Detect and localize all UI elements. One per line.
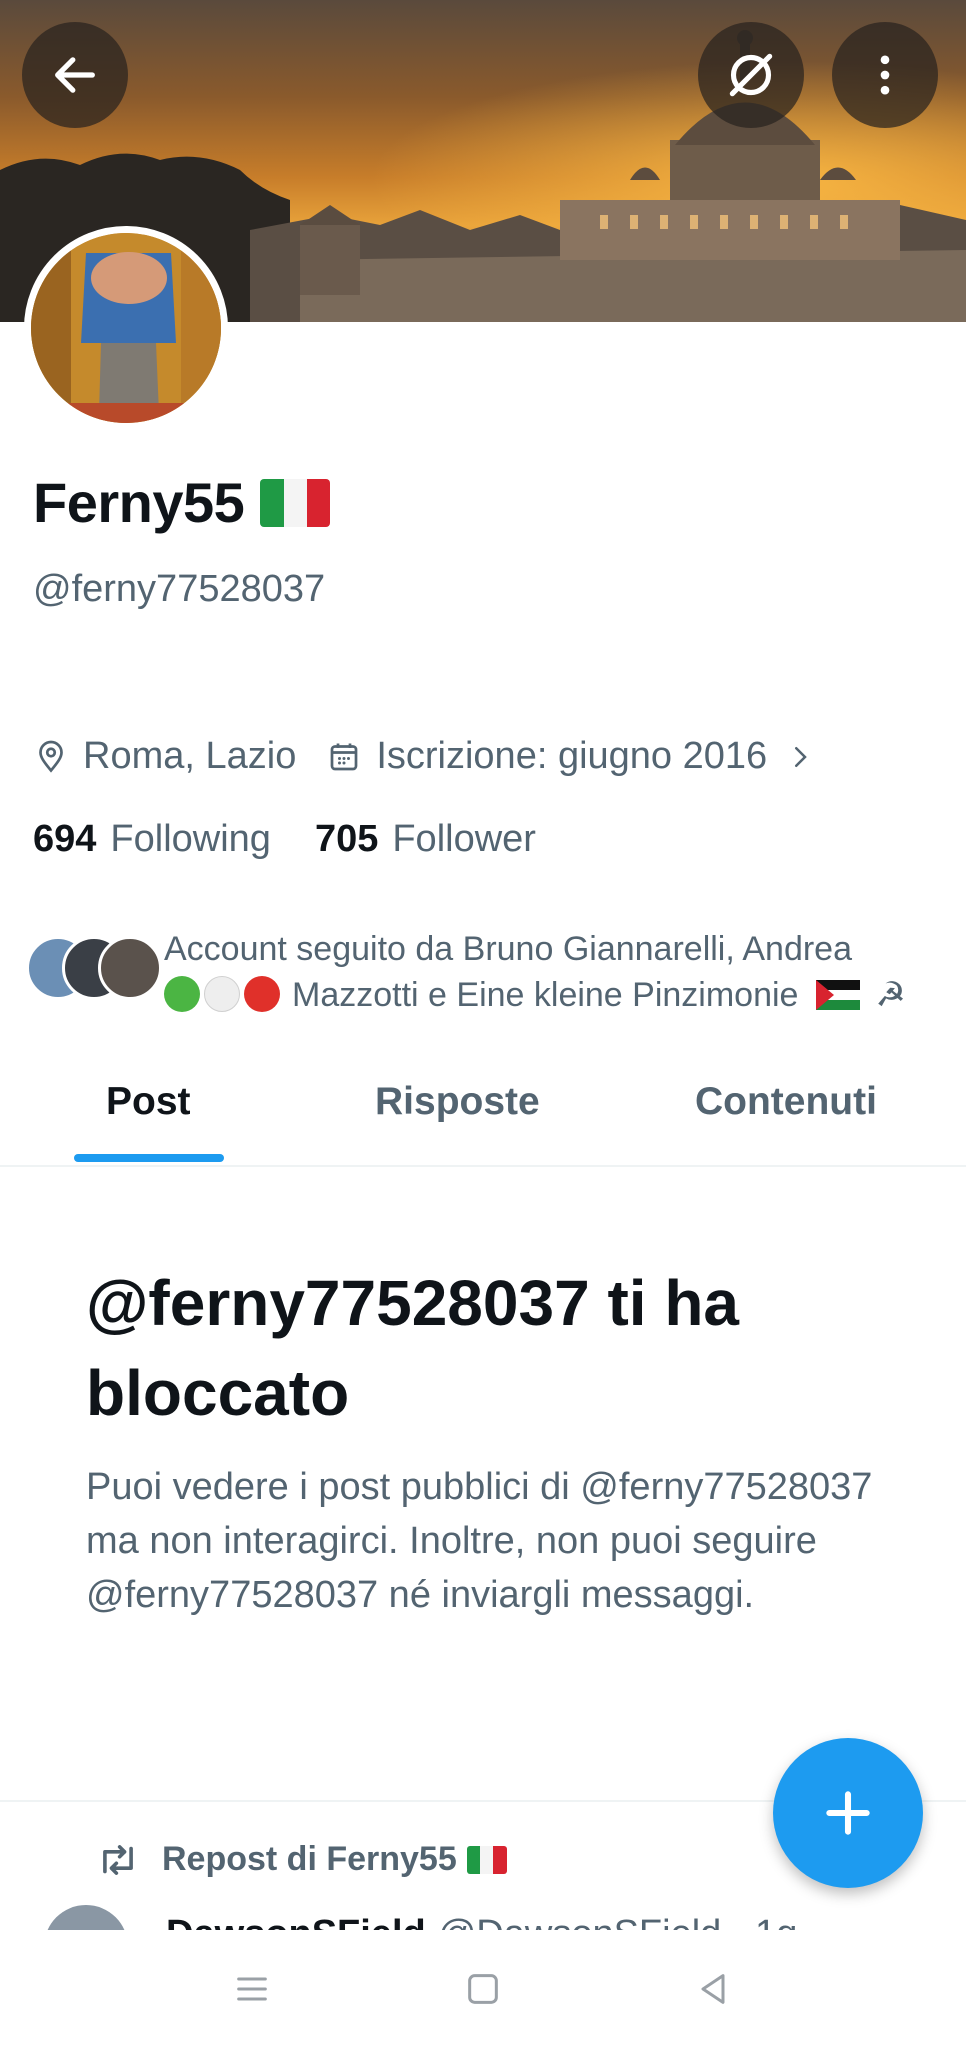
followed-by-line1: Account seguito da Bruno Giannarelli, An… (164, 930, 853, 968)
back-button[interactable] (22, 22, 128, 128)
chevron-right-icon (795, 746, 807, 767)
hammer-sickle-icon: ☭ (875, 976, 906, 1014)
repost-label: Repost di Ferny55 (162, 1840, 457, 1878)
followers-label: Follower (392, 818, 536, 860)
repost-icon (103, 1844, 133, 1875)
arrow-left-icon (55, 57, 95, 93)
profile-tabs: Post Risposte Contenuti (0, 1050, 966, 1167)
blocked-description: Puoi vedere i post pubblici di @ferny775… (86, 1466, 873, 1616)
blocked-title: @ferny77528037 ti ha bloccato (86, 1267, 739, 1429)
profile-name-row: Ferny55 (33, 470, 331, 535)
location-pin-icon (39, 740, 63, 773)
system-back-button[interactable] (688, 1964, 738, 2014)
repost-indicator[interactable]: Repost di Ferny55 (96, 1840, 507, 1879)
recent-apps-button[interactable] (227, 1964, 277, 2014)
following-link[interactable]: 694 Following (33, 818, 271, 861)
profile-joined-text: Iscrizione: giugno 2016 (376, 735, 768, 777)
follow-stats: 694 Following 705 Follower (33, 818, 536, 861)
profile-name: Ferny55 (33, 471, 245, 534)
system-navigation-bar (0, 1930, 966, 2048)
home-button[interactable] (458, 1964, 508, 2014)
translate-off-icon (729, 53, 773, 97)
active-tab-indicator (74, 1154, 224, 1162)
followed-by-line2: Mazzotti e Eine kleine Pinzimonie (292, 976, 799, 1014)
compose-button[interactable] (773, 1738, 923, 1888)
tab-risposte[interactable]: Risposte (375, 1080, 540, 1124)
white-circle-icon (204, 976, 240, 1012)
profile-handle: @ferny77528037 (33, 568, 326, 610)
following-label: Following (110, 818, 271, 860)
profile-meta: Roma, Lazio Iscrizione: giugno 2016 (33, 735, 815, 778)
tab-post[interactable]: Post (106, 1080, 191, 1124)
profile-avatar[interactable] (24, 226, 228, 430)
follower-avatar (98, 936, 162, 1000)
following-count: 694 (33, 818, 97, 860)
post-author-handle: @DawsonSField · 1g (438, 1913, 798, 1930)
followers-link[interactable]: 705 Follower (315, 818, 536, 861)
tab-contenuti[interactable]: Contenuti (695, 1080, 877, 1124)
followed-by-text: Account seguito da Bruno Giannarelli, An… (164, 926, 944, 1018)
followed-by-line2-row: Mazzotti e Eine kleine Pinzimonie ☭ (164, 972, 944, 1018)
triangle-back-icon (701, 1974, 725, 2004)
followed-by-section[interactable]: Account seguito da Bruno Giannarelli, An… (26, 920, 946, 1020)
followers-count: 705 (314, 818, 379, 860)
calendar-icon (330, 743, 358, 770)
translate-toggle-button[interactable] (698, 22, 804, 128)
green-circle-icon (164, 976, 200, 1012)
plus-icon (826, 1791, 870, 1835)
more-options-button[interactable] (832, 22, 938, 128)
red-circle-icon (244, 976, 280, 1012)
italy-flag-icon (260, 478, 331, 527)
post-author-name[interactable]: DawsonSField (166, 1913, 426, 1930)
italy-flag-icon (466, 1845, 507, 1874)
post-author-line: DawsonSField @DawsonSField · 1g (166, 1913, 797, 1930)
menu-icon (237, 1977, 267, 2001)
palestine-flag-icon (815, 980, 860, 1010)
square-home-icon (468, 1974, 498, 2004)
more-vertical-icon (880, 55, 890, 95)
profile-joined[interactable]: Iscrizione: giugno 2016 (326, 735, 815, 778)
post-author-avatar[interactable] (44, 1905, 128, 1930)
profile-location: Roma, Lazio (83, 735, 297, 777)
post-row-partial[interactable]: DawsonSField @DawsonSField · 1g (0, 1905, 966, 1930)
avatar-photo (31, 233, 221, 423)
